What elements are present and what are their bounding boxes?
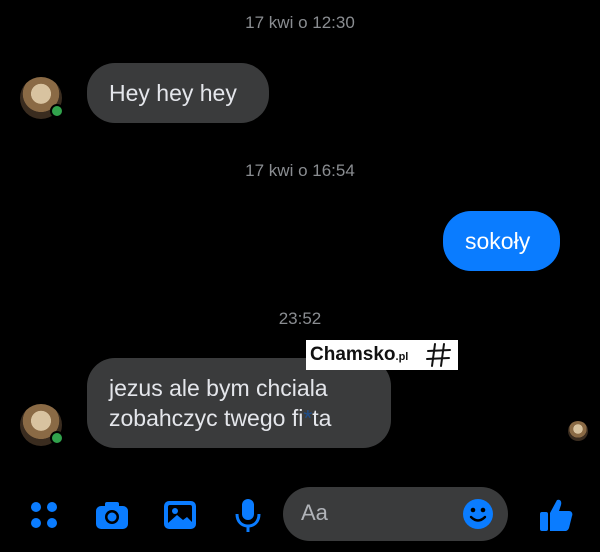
contact-avatar[interactable] bbox=[20, 77, 64, 119]
watermark-brand: Chamsko.pl bbox=[310, 344, 409, 365]
contact-avatar[interactable] bbox=[20, 404, 64, 446]
online-indicator bbox=[50, 104, 64, 118]
message-bubble-incoming[interactable]: jezus ale bym chciala zobahczyc twego fi… bbox=[87, 358, 391, 448]
message-text: sokoły bbox=[465, 228, 531, 254]
online-indicator bbox=[50, 431, 64, 445]
like-icon[interactable] bbox=[537, 496, 575, 534]
message-input[interactable]: Aa bbox=[283, 487, 508, 541]
message-text-line-2-tail: ta bbox=[312, 405, 332, 431]
timestamp-3: 23:52 bbox=[278, 309, 322, 328]
gallery-icon[interactable] bbox=[161, 496, 199, 534]
mic-icon[interactable] bbox=[229, 496, 267, 534]
message-bubble-incoming[interactable]: Hey hey hey bbox=[87, 63, 269, 123]
watermark-logo: Chamsko.pl bbox=[306, 340, 459, 370]
timestamp-1: 17 kwi o 12:30 bbox=[245, 13, 355, 32]
message-text-line-1: jezus ale bym chciala bbox=[109, 375, 328, 401]
menu-dots-icon[interactable] bbox=[25, 496, 63, 534]
message-input-placeholder: Aa bbox=[301, 500, 328, 525]
message-text-line-2: zobahczyc twego fi*ta bbox=[109, 403, 369, 433]
message-bubble-outgoing[interactable]: sokoły bbox=[443, 211, 560, 271]
message-text: Hey hey hey bbox=[109, 80, 237, 106]
camera-icon[interactable] bbox=[93, 496, 131, 534]
emoji-icon[interactable] bbox=[462, 498, 494, 530]
timestamp-2: 17 kwi o 16:54 bbox=[245, 161, 355, 180]
seen-avatar bbox=[568, 421, 588, 441]
hashtag-icon bbox=[426, 343, 452, 367]
message-text-line-2-head: zobahczyc twego fi bbox=[109, 405, 304, 431]
censored-char: * bbox=[303, 405, 313, 431]
